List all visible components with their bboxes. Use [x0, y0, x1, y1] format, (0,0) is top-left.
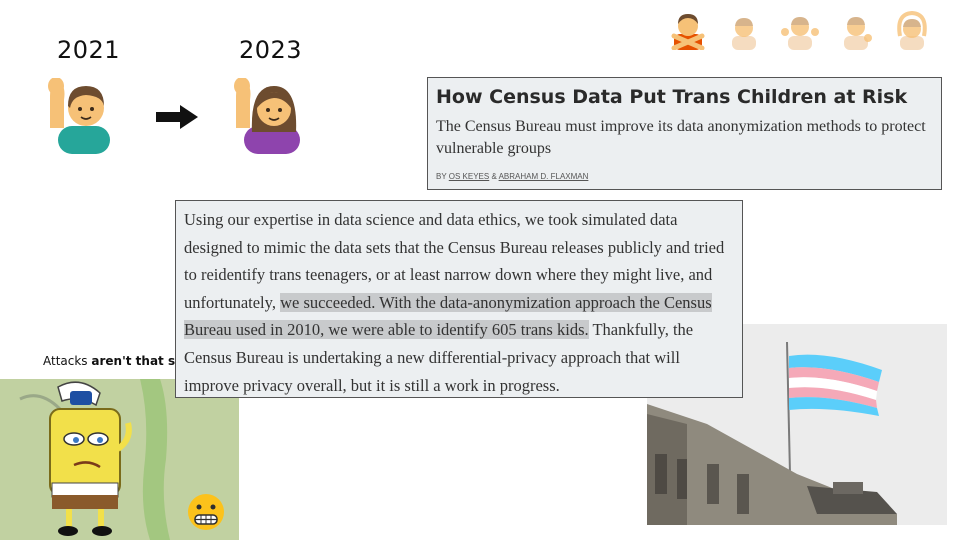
person-gesturing-no-icon: [671, 14, 705, 50]
attacks-caption: Attacks aren't that sc: [43, 354, 182, 368]
reaction-emoji-row: [668, 10, 932, 50]
article-card: How Census Data Put Trans Children at Ri…: [427, 77, 942, 190]
author-link-2[interactable]: ABRAHAM D. FLAXMAN: [499, 172, 589, 181]
byline-prefix: BY: [436, 172, 447, 181]
author-link-1[interactable]: OS KEYES: [449, 172, 489, 181]
grimacing-face-icon: [188, 494, 224, 530]
year-2023-label: 2023: [239, 36, 303, 64]
person-tipping-hand-icon: [844, 17, 872, 50]
article-title[interactable]: How Census Data Put Trans Children at Ri…: [436, 86, 933, 108]
year-2021-label: 2021: [57, 36, 121, 64]
spongebob-meme-image: [0, 379, 239, 540]
woman-raising-hand-icon: [234, 78, 300, 154]
byline-separator: &: [491, 172, 497, 181]
person-gesturing-ok-icon: [897, 10, 927, 50]
quote-text: Using our expertise in data science and …: [184, 206, 734, 399]
arrow-right-icon: [156, 105, 198, 129]
article-byline: BY OS KEYES & ABRAHAM D. FLAXMAN: [436, 172, 933, 181]
attacks-caption-prefix: Attacks: [43, 354, 92, 368]
person-bowing-icon: [732, 18, 756, 50]
article-subtitle: The Census Bureau must improve its data …: [436, 118, 926, 157]
attacks-caption-bold: aren't that sc: [91, 354, 183, 368]
quote-excerpt: Using our expertise in data science and …: [175, 200, 743, 398]
man-raising-hand-icon: [48, 78, 110, 154]
person-shrugging-icon: [781, 17, 819, 50]
